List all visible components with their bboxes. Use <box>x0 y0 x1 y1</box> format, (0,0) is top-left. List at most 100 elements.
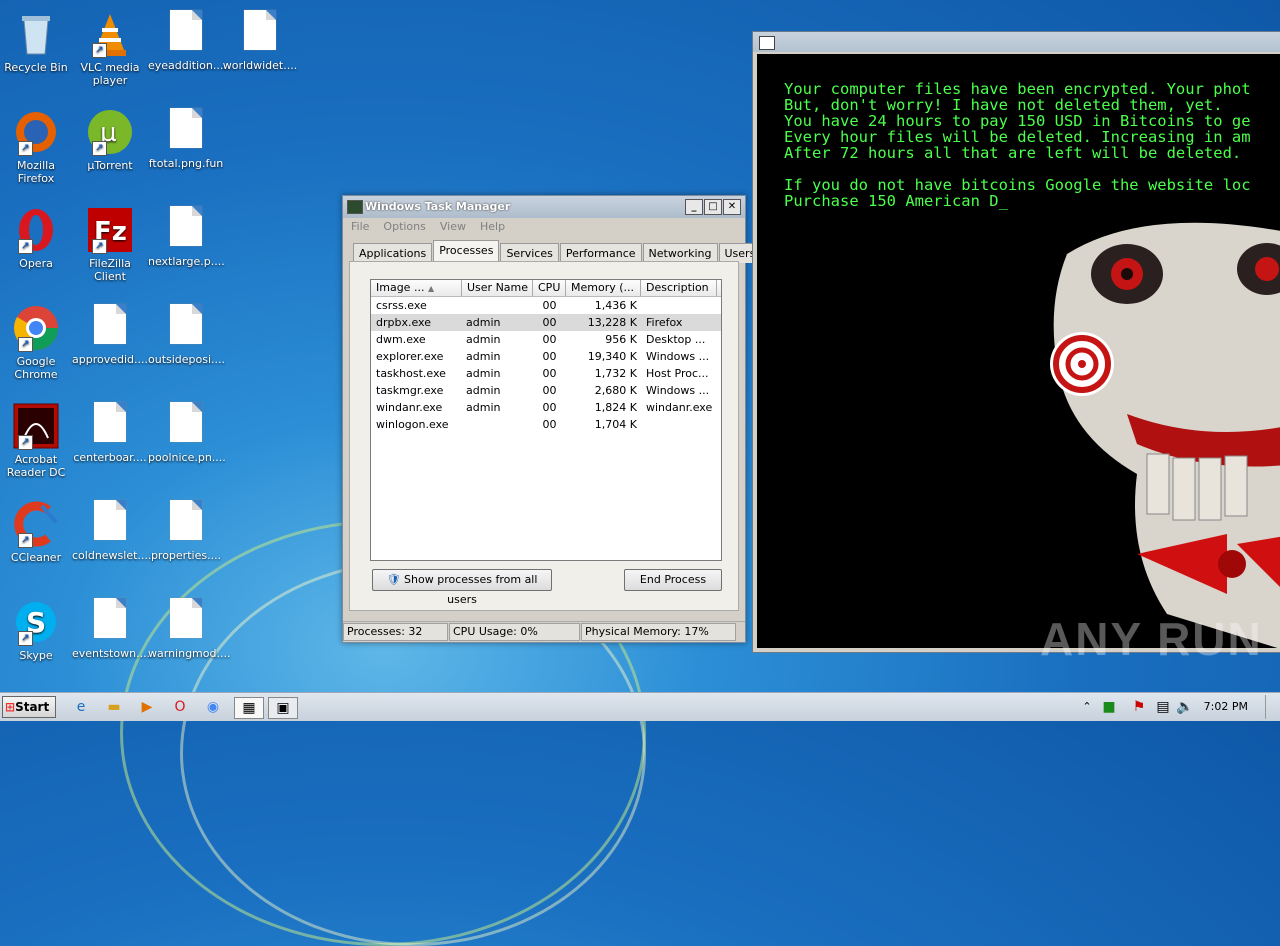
cell-memory: 956 K <box>605 333 637 346</box>
cell-cpu: 00 <box>542 384 557 397</box>
file-icon[interactable]: centerboar.... <box>72 398 148 464</box>
file-icon[interactable]: poolnice.pn.... <box>148 398 226 464</box>
table-row[interactable]: winlogon.exe 00 1,704 K <box>371 416 721 433</box>
column-header-description[interactable]: Description <box>641 280 717 296</box>
network-icon[interactable]: ▤ <box>1152 697 1174 717</box>
file-icon[interactable]: approvedid.... <box>72 300 148 366</box>
volume-icon[interactable]: 🔈 <box>1174 697 1196 717</box>
tab-networking[interactable]: Networking <box>642 243 718 263</box>
document-icon <box>170 402 202 442</box>
opera-logo-icon: ↗ <box>12 206 60 254</box>
cell-user: admin <box>466 316 501 329</box>
opera-icon[interactable]: O <box>169 697 191 717</box>
column-header-image[interactable]: Image ... ▲ <box>371 280 462 296</box>
file-icon[interactable]: worldwidet.... <box>222 6 298 72</box>
file-icon[interactable]: eyeaddition.... <box>148 6 227 72</box>
icon-label: Recycle Bin <box>4 61 68 74</box>
ccleaner-icon[interactable]: ↗ CCleaner <box>0 496 74 564</box>
icon-label: Opera <box>19 257 53 270</box>
media-player-icon[interactable]: ▶ <box>136 697 158 717</box>
tray-app-icon[interactable]: ■ <box>1098 697 1120 717</box>
status-processes: Processes: 32 <box>343 623 448 641</box>
acrobat-icon[interactable]: ↗ Acrobat Reader DC <box>0 398 74 479</box>
file-icon[interactable]: coldnewslet.... <box>72 496 151 562</box>
file-icon[interactable]: properties.... <box>148 496 224 562</box>
table-row[interactable]: explorer.exe admin 00 19,340 K Windows ... <box>371 348 721 365</box>
clock[interactable]: 7:02 PM <box>1204 700 1248 713</box>
skype-logo-icon: S ↗ <box>12 598 60 646</box>
firefox-icon[interactable]: ↗ Mozilla Firefox <box>0 104 74 185</box>
title-bar[interactable]: Windows Task Manager _ □ ✕ <box>343 196 745 218</box>
ransom-line <box>784 161 1251 177</box>
opera-icon[interactable]: ↗ Opera <box>0 202 74 270</box>
menu-help[interactable]: Help <box>480 218 505 236</box>
close-button[interactable]: ✕ <box>723 199 741 215</box>
document-icon <box>94 500 126 540</box>
process-list[interactable]: Image ... ▲ User Name CPU Memory (... De… <box>370 279 722 561</box>
recycle-bin-icon[interactable]: Recycle Bin <box>0 6 74 74</box>
filezilla-logo-icon: Fz ↗ <box>86 206 134 254</box>
table-row[interactable]: dwm.exe admin 00 956 K Desktop ... <box>371 331 721 348</box>
icon-label: nextlarge.p.... <box>148 255 225 268</box>
vlc-cone-icon: ↗ <box>86 10 134 58</box>
cell-cpu: 00 <box>542 401 557 414</box>
filezilla-icon[interactable]: Fz ↗ FileZilla Client <box>72 202 148 283</box>
internet-explorer-icon[interactable]: e <box>70 697 92 717</box>
menu-view[interactable]: View <box>440 218 466 236</box>
file-icon[interactable]: ftotal.png.fun <box>148 104 224 170</box>
table-row[interactable]: taskmgr.exe admin 00 2,680 K Windows ... <box>371 382 721 399</box>
show-all-users-button[interactable]: 🛡 Show processes from all users <box>372 569 552 606</box>
minimize-button[interactable]: _ <box>685 199 703 215</box>
maximize-button[interactable]: □ <box>704 199 722 215</box>
column-header-user[interactable]: User Name <box>462 280 533 296</box>
vlc-icon[interactable]: ↗ VLC media player <box>72 6 148 87</box>
table-row[interactable]: csrss.exe 00 1,436 K <box>371 297 721 314</box>
menu-file[interactable]: File <box>351 218 369 236</box>
show-hidden-icons-icon[interactable]: ⌃ <box>1076 697 1098 717</box>
shield-icon: 🛡 <box>386 573 401 586</box>
cell-description: Firefox <box>646 316 683 329</box>
folder-icon[interactable]: ▬ <box>103 697 125 717</box>
tab-services[interactable]: Services <box>500 243 559 263</box>
task-manager-window[interactable]: Windows Task Manager _ □ ✕ File Options … <box>342 195 762 643</box>
title-bar[interactable] <box>753 32 1280 52</box>
icon-label: Mozilla Firefox <box>17 159 55 185</box>
show-desktop-button[interactable] <box>1265 695 1280 719</box>
ransom-window[interactable]: Your computer files have been encrypted.… <box>752 31 1280 653</box>
action-center-flag-icon[interactable]: ⚑ <box>1128 697 1150 717</box>
end-process-button[interactable]: End Process <box>624 569 722 591</box>
file-icon[interactable]: nextlarge.p.... <box>148 202 225 268</box>
icon-label: Acrobat Reader DC <box>6 453 66 479</box>
icon-label: outsideposi.... <box>148 353 226 366</box>
document-icon <box>170 598 202 638</box>
tab-processes[interactable]: Processes <box>433 240 500 263</box>
task-manager-taskbar-button[interactable]: ▣ <box>268 697 298 719</box>
ransom-line: After 72 hours all that are left will be… <box>784 144 1242 162</box>
column-header-cpu[interactable]: CPU <box>533 280 566 296</box>
file-icon[interactable]: warningmod.... <box>148 594 230 660</box>
menu-options[interactable]: Options <box>383 218 425 236</box>
skype-icon[interactable]: S ↗ Skype <box>0 594 74 662</box>
icon-label: Skype <box>19 649 53 662</box>
table-row[interactable]: taskhost.exe admin 00 1,732 K Host Proc... <box>371 365 721 382</box>
cell-user: admin <box>466 401 501 414</box>
file-icon[interactable]: outsideposi.... <box>148 300 226 366</box>
chrome-icon[interactable]: ◉ <box>202 697 224 717</box>
chrome-logo-icon: ↗ <box>12 304 60 352</box>
cell-user: admin <box>466 350 501 363</box>
chrome-icon[interactable]: ↗ Google Chrome <box>0 300 74 381</box>
tab-performance[interactable]: Performance <box>559 243 642 263</box>
utorrent-icon[interactable]: µ ↗ µTorrent <box>72 104 148 172</box>
cell-memory: 1,824 K <box>594 401 637 414</box>
column-header-memory[interactable]: Memory (... <box>566 280 641 296</box>
file-icon[interactable]: eventstown.... <box>72 594 150 660</box>
table-row[interactable]: windanr.exe admin 00 1,824 K windanr.exe <box>371 399 721 416</box>
icon-label: CCleaner <box>10 551 62 564</box>
start-button[interactable]: ⊞Start <box>2 696 56 718</box>
tab-applications[interactable]: Applications <box>353 243 433 263</box>
table-row[interactable]: drpbx.exe admin 00 13,228 K Firefox <box>371 314 721 331</box>
icon-label: poolnice.pn.... <box>148 451 226 464</box>
ransom-app-taskbar-button[interactable]: ▦ <box>234 697 264 719</box>
utorrent-logo-icon: µ ↗ <box>86 108 134 156</box>
recycle-bin-icon <box>12 10 60 58</box>
